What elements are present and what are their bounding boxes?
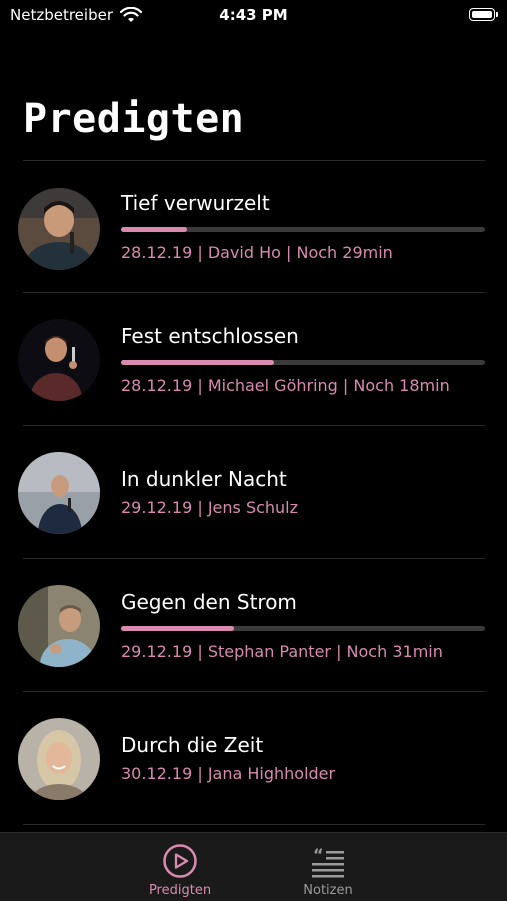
tab-notizen[interactable]: “ Notizen xyxy=(268,833,388,901)
speaker-avatar xyxy=(18,319,100,401)
row-divider xyxy=(23,824,485,825)
speaker-avatar xyxy=(18,718,100,800)
tab-bar: Predigten “ Notizen xyxy=(0,832,507,901)
battery-icon xyxy=(469,8,498,21)
sermon-title: In dunkler Nacht xyxy=(121,467,287,491)
status-bar: Netzbetreiber 4:43 PM xyxy=(0,0,507,30)
sermon-progress-fill xyxy=(121,626,234,631)
sermon-progress-track xyxy=(121,626,485,631)
tab-label: Predigten xyxy=(148,883,212,898)
tab-predigten[interactable]: Predigten xyxy=(120,833,240,901)
sermon-title: Gegen den Strom xyxy=(121,590,297,614)
sermon-title: Fest entschlossen xyxy=(121,324,299,348)
sermon-row-durch-die-zeit[interactable]: Durch die Zeit 30.12.19 | Jana Highholde… xyxy=(0,692,507,825)
sermon-row-gegen-den-strom[interactable]: Gegen den Strom 29.12.19 | Stephan Pante… xyxy=(0,559,507,692)
page-title: Predigten xyxy=(23,96,245,142)
sermon-progress-track xyxy=(121,360,485,365)
sermon-meta: 28.12.19 | David Ho | Noch 29min xyxy=(121,243,393,262)
sermon-meta: 29.12.19 | Jens Schulz xyxy=(121,498,299,517)
sermon-progress-fill xyxy=(121,227,187,232)
quote-notes-icon: “ xyxy=(312,845,344,878)
sermon-row-in-dunkler-nacht[interactable]: In dunkler Nacht 29.12.19 | Jens Schulz xyxy=(0,426,507,559)
sermon-progress-track xyxy=(121,227,485,232)
sermon-meta: 29.12.19 | Stephan Panter | Noch 31min xyxy=(121,642,443,661)
speaker-avatar xyxy=(18,452,100,534)
sermon-row-tief-verwurzelt[interactable]: Tief verwurzelt 28.12.19 | David Ho | No… xyxy=(0,160,507,293)
play-circle-icon xyxy=(163,844,197,878)
clock: 4:43 PM xyxy=(219,6,288,24)
svg-text:“: “ xyxy=(313,845,324,864)
speaker-avatar xyxy=(18,188,100,270)
sermon-meta: 30.12.19 | Jana Highholder xyxy=(121,764,336,783)
speaker-avatar xyxy=(18,585,100,667)
sermon-meta: 28.12.19 | Michael Göhring | Noch 18min xyxy=(121,376,450,395)
sermon-title: Tief verwurzelt xyxy=(121,191,270,215)
tab-label: Notizen xyxy=(303,883,353,898)
sermon-row-fest-entschlossen[interactable]: Fest entschlossen 28.12.19 | Michael Göh… xyxy=(0,293,507,426)
sermon-title: Durch die Zeit xyxy=(121,733,264,757)
sermon-progress-fill xyxy=(121,360,274,365)
